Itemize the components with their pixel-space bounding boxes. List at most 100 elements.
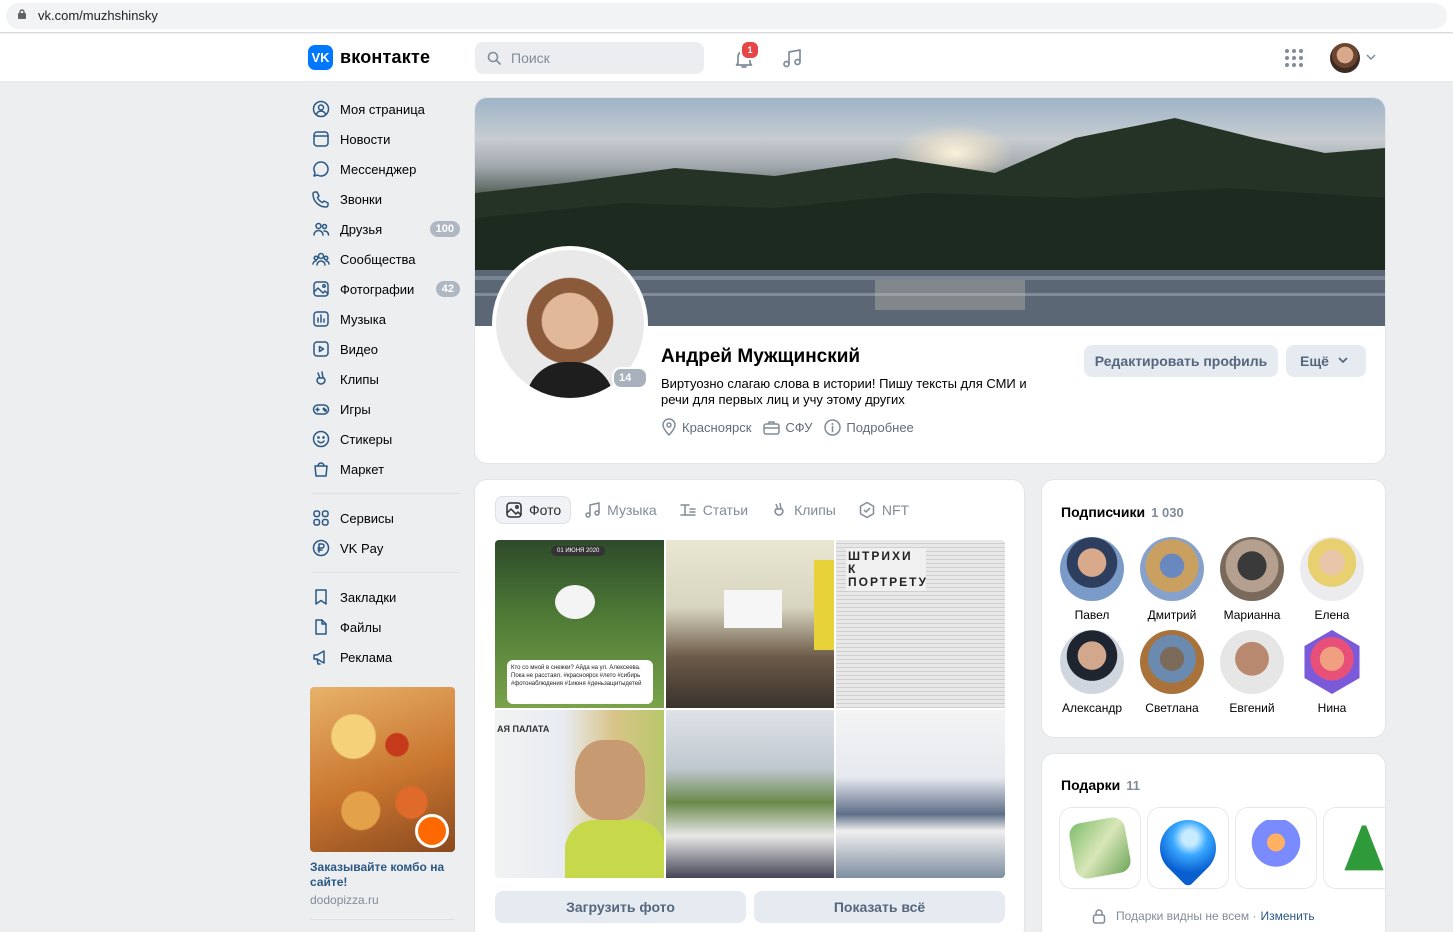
ad-image[interactable]: [310, 687, 455, 852]
photo-thumbnail[interactable]: АЯ ПАЛАТА: [495, 710, 664, 878]
user-avatar[interactable]: [1330, 43, 1360, 73]
follower-name[interactable]: Светлана: [1132, 701, 1212, 715]
sidebar-item-music[interactable]: Музыка: [304, 304, 468, 334]
follower-avatar[interactable]: [1304, 630, 1360, 694]
search-box[interactable]: [475, 42, 704, 74]
sidebar-item-megaphone[interactable]: Реклама: [304, 642, 468, 672]
sidebar-item-video[interactable]: Видео: [304, 334, 468, 364]
follower-item[interactable]: Павел: [1052, 537, 1132, 622]
tab-photo[interactable]: Фото: [495, 496, 572, 524]
gift-item[interactable]: [1236, 808, 1316, 888]
follower-item[interactable]: Дмитрий: [1132, 537, 1212, 622]
follower-name[interactable]: Александр: [1052, 701, 1132, 715]
follower-avatar[interactable]: [1300, 537, 1364, 601]
gifts-card: Подарки 11 Подарки видны не всем · Измени…: [1042, 754, 1385, 932]
sidebar-item-market[interactable]: Маркет: [304, 454, 468, 484]
follower-avatar[interactable]: [1140, 630, 1204, 694]
profile-university[interactable]: СФУ: [763, 420, 812, 435]
mascot-icon: [415, 814, 449, 848]
tab-label: Музыка: [607, 502, 657, 518]
user-circle-icon: [312, 100, 330, 118]
apps-grid-icon[interactable]: [1284, 48, 1304, 68]
sidebar-item-photo[interactable]: Фотографии 42: [304, 274, 468, 304]
follower-avatar[interactable]: [1060, 630, 1124, 694]
newsfeed-icon: [312, 130, 330, 148]
tab-music[interactable]: Музыка: [573, 496, 667, 524]
tab-article[interactable]: Статьи: [669, 496, 758, 524]
gifts-title[interactable]: Подарки 11: [1061, 777, 1140, 793]
follower-item[interactable]: Нина: [1292, 630, 1372, 715]
gifts-title-label: Подарки: [1061, 777, 1121, 793]
gift-item[interactable]: [1148, 808, 1228, 888]
sidebar-item-label: Музыка: [340, 311, 386, 327]
address-pill[interactable]: [6, 3, 1447, 29]
music-icon: [312, 310, 330, 328]
sidebar-item-label: Файлы: [340, 619, 382, 635]
sidebar-item-label: Друзья: [340, 221, 383, 237]
follower-name[interactable]: Марианна: [1212, 608, 1292, 622]
yellow-wall: [814, 560, 834, 650]
gift-23-icon: [1067, 815, 1133, 881]
sidebar-item-newsfeed[interactable]: Новости: [304, 124, 468, 154]
follower-name[interactable]: Нина: [1292, 701, 1372, 715]
sidebar-item-phone[interactable]: Звонки: [304, 184, 468, 214]
browser-address-bar: vk.com/muzhshinsky: [0, 0, 1453, 33]
ad-title[interactable]: Заказывайте комбо на сайте!: [310, 860, 455, 890]
vk-logo[interactable]: VK вконтакте: [308, 45, 430, 70]
more-button[interactable]: Ещё: [1286, 345, 1366, 377]
ad-divider: [310, 919, 455, 920]
follower-item[interactable]: Евгений: [1212, 630, 1292, 715]
follower-item[interactable]: Елена: [1292, 537, 1372, 622]
gift-tree-icon: [1344, 820, 1384, 871]
gift-item[interactable]: [1060, 808, 1140, 888]
sidebar-ad[interactable]: Заказывайте комбо на сайте! dodopizza.ru: [310, 687, 455, 920]
profile-city[interactable]: Красноярск: [661, 418, 751, 436]
edit-profile-button[interactable]: Редактировать профиль: [1084, 345, 1278, 377]
follower-avatar[interactable]: [1220, 630, 1284, 694]
profile-more-info[interactable]: Подробнее: [824, 418, 914, 436]
follower-name[interactable]: Елена: [1292, 608, 1372, 622]
sidebar-item-clips[interactable]: Клипы: [304, 364, 468, 394]
sidebar-item-services[interactable]: Сервисы: [304, 503, 468, 533]
search-input[interactable]: [511, 48, 691, 68]
sidebar-item-message[interactable]: Мессенджер: [304, 154, 468, 184]
follower-name[interactable]: Дмитрий: [1132, 608, 1212, 622]
sidebar-item-friends[interactable]: Друзья 100: [304, 214, 468, 244]
tab-clips[interactable]: Клипы: [760, 496, 846, 524]
sidebar-item-gamepad[interactable]: Игры: [304, 394, 468, 424]
gifts-change-link[interactable]: Изменить: [1260, 909, 1314, 923]
sidebar-item-user-circle[interactable]: Моя страница: [304, 94, 468, 124]
follower-avatar[interactable]: [1060, 537, 1124, 601]
tab-label: Фото: [529, 502, 562, 518]
photo-thumbnail[interactable]: ШТРИХИ К ПОРТРЕТУ: [836, 540, 1005, 708]
gift-item[interactable]: [1324, 808, 1385, 888]
follower-name[interactable]: Евгений: [1212, 701, 1292, 715]
gift-character-icon: [1248, 820, 1304, 876]
ad-domain[interactable]: dodopizza.ru: [310, 893, 455, 907]
follower-avatar[interactable]: [1140, 537, 1204, 601]
sidebar-item-label: Сервисы: [340, 510, 394, 526]
photo-thumbnail[interactable]: [666, 710, 834, 878]
photo-thumbnail[interactable]: [836, 710, 1005, 878]
sidebar-item-smile[interactable]: Стикеры: [304, 424, 468, 454]
url-text[interactable]: vk.com/muzhshinsky: [38, 8, 158, 23]
follower-item[interactable]: Светлана: [1132, 630, 1212, 715]
follower-item[interactable]: Марианна: [1212, 537, 1292, 622]
sidebar-item-vkpay[interactable]: VK Pay: [304, 533, 468, 563]
sidebar-item-file[interactable]: Файлы: [304, 612, 468, 642]
show-all-button[interactable]: Показать всё: [754, 891, 1005, 923]
music-player-icon[interactable]: [780, 46, 804, 70]
photo-thumbnail[interactable]: 01 ИЮНЯ 2020 Кто со мной в снежки? Айда …: [495, 540, 664, 708]
sidebar-item-communities[interactable]: Сообщества: [304, 244, 468, 274]
follower-item[interactable]: Александр: [1052, 630, 1132, 715]
upload-photo-button[interactable]: Загрузить фото: [495, 891, 746, 923]
follower-name[interactable]: Павел: [1052, 608, 1132, 622]
more-button-label: Ещё: [1300, 353, 1329, 369]
tab-nft[interactable]: NFT: [848, 496, 919, 524]
sidebar-item-bookmark[interactable]: Закладки: [304, 582, 468, 612]
follower-avatar[interactable]: [1220, 537, 1284, 601]
chevron-down-icon[interactable]: [1366, 54, 1376, 60]
photo-thumbnail[interactable]: [666, 540, 834, 708]
followers-title[interactable]: Подписчики 1 030: [1061, 504, 1184, 520]
followers-grid: Павел Дмитрий Марианна Елена Александр Светла…: [1052, 537, 1372, 715]
